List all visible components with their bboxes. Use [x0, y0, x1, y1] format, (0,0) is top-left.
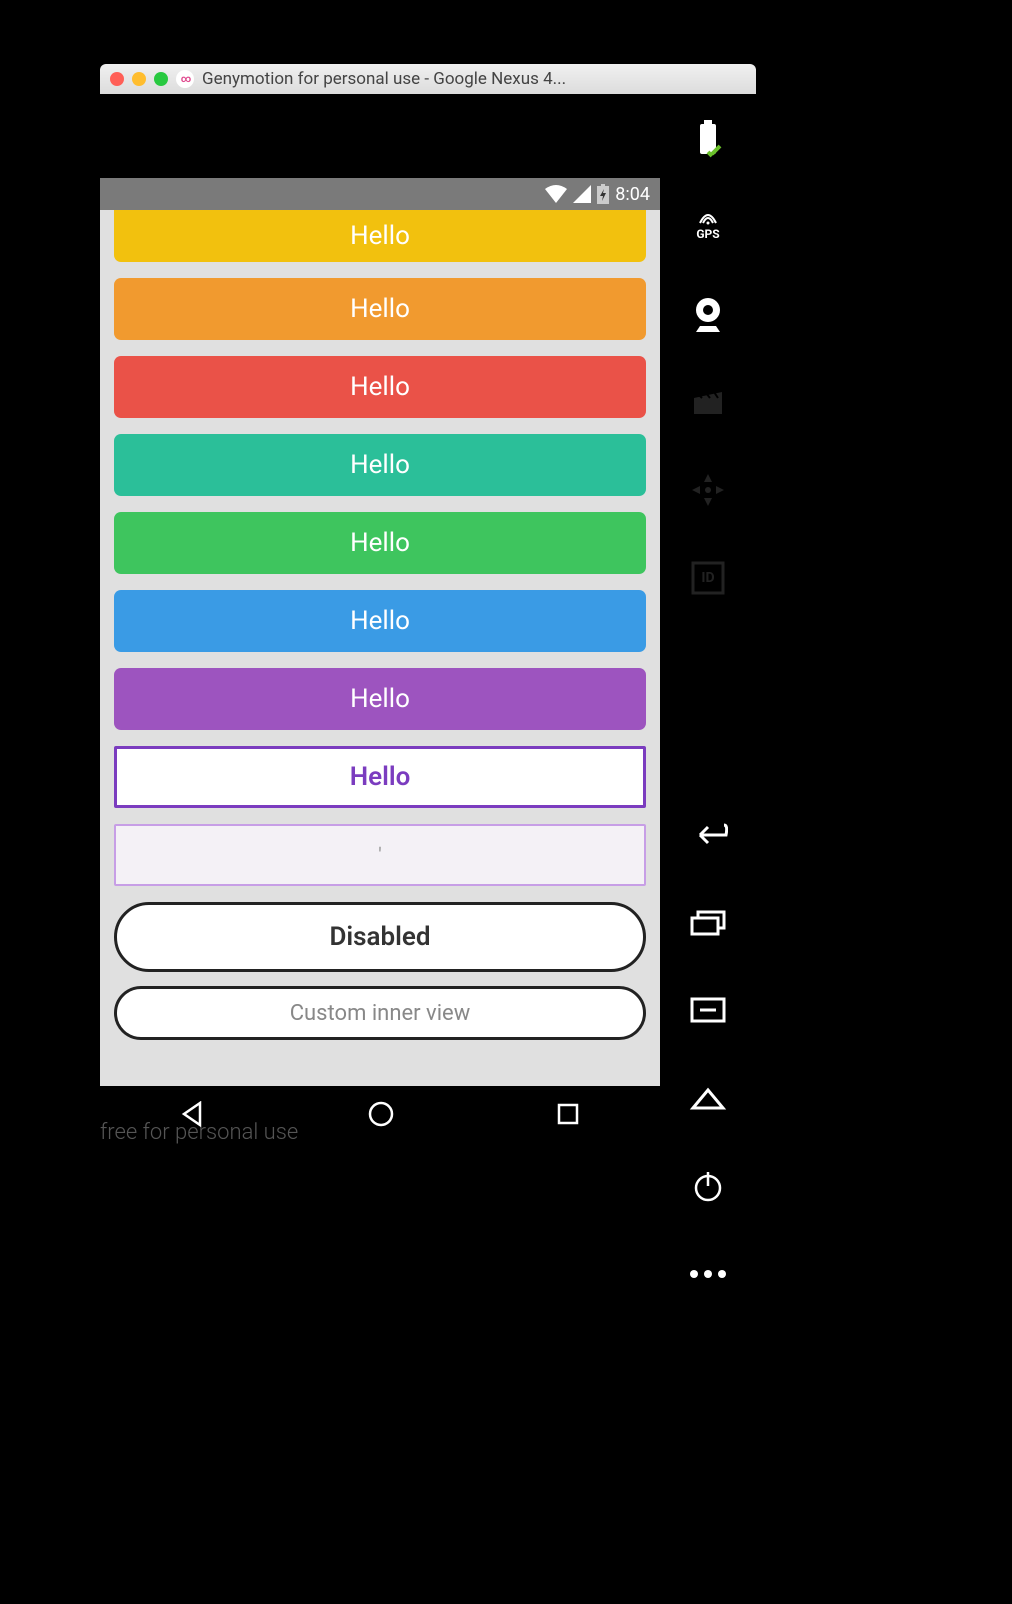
back-nav-icon[interactable]: [688, 814, 728, 854]
hello-button-green[interactable]: Hello: [114, 512, 646, 574]
disabled-button: Disabled: [114, 902, 646, 972]
signal-icon: [573, 185, 591, 203]
status-time: 8:04: [615, 184, 650, 205]
custom-inner-view-button[interactable]: Custom inner view: [114, 986, 646, 1040]
gps-icon[interactable]: GPS: [688, 206, 728, 246]
clapperboard-icon[interactable]: [688, 382, 728, 422]
app-content[interactable]: Hello Hello Hello Hello Hello Hello Hell…: [100, 210, 660, 1086]
hello-button-teal[interactable]: Hello: [114, 434, 646, 496]
hello-button-red[interactable]: Hello: [114, 356, 646, 418]
close-window-icon[interactable]: [110, 72, 124, 86]
more-icon[interactable]: [688, 1254, 728, 1294]
hello-button-blue[interactable]: Hello: [114, 590, 646, 652]
loading-button-outline-light[interactable]: ': [114, 824, 646, 886]
window-title: Genymotion for personal use - Google Nex…: [202, 69, 746, 89]
webcam-icon[interactable]: [688, 294, 728, 334]
android-status-bar: 8:04: [100, 178, 660, 210]
android-screen: 8:04 Hello Hello Hello Hello Hello Hello…: [100, 178, 660, 1086]
wifi-icon: [545, 185, 567, 203]
watermark-text: free for personal use: [100, 1120, 298, 1145]
recent-apps-geny-icon[interactable]: [688, 902, 728, 942]
genymotion-sidebar: GPS ID: [660, 94, 756, 1294]
id-icon[interactable]: ID: [688, 558, 728, 598]
menu-icon[interactable]: [688, 990, 728, 1030]
genymotion-app-icon: ∞: [176, 70, 194, 88]
battery-icon[interactable]: [688, 118, 728, 158]
hello-button-orange[interactable]: Hello: [114, 278, 646, 340]
hello-button-outline[interactable]: Hello: [114, 746, 646, 808]
home-geny-icon[interactable]: [688, 1078, 728, 1118]
minimize-window-icon[interactable]: [132, 72, 146, 86]
phone-frame: 8:04 Hello Hello Hello Hello Hello Hello…: [100, 94, 660, 1154]
nav-home-icon[interactable]: [367, 1100, 395, 1128]
nav-recent-icon[interactable]: [556, 1102, 580, 1126]
battery-status-icon: [597, 184, 609, 204]
power-icon[interactable]: [688, 1166, 728, 1206]
hello-button-yellow[interactable]: Hello: [114, 210, 646, 262]
zoom-window-icon[interactable]: [154, 72, 168, 86]
dpad-icon[interactable]: [688, 470, 728, 510]
mac-titlebar: ∞ Genymotion for personal use - Google N…: [100, 64, 756, 94]
hello-button-purple[interactable]: Hello: [114, 668, 646, 730]
